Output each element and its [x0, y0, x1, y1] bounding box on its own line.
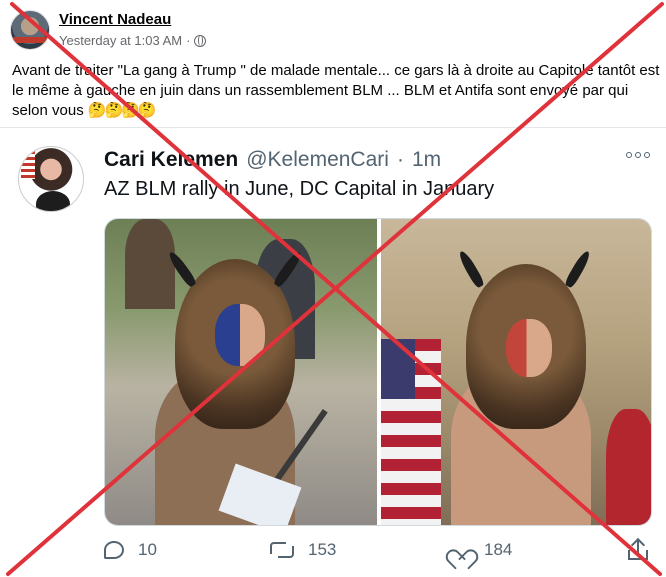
author-avatar[interactable]	[10, 10, 50, 50]
post-meta: Yesterday at 1:03 AM ·	[59, 33, 207, 48]
tweet-time: 1m	[411, 148, 442, 171]
tweet-display-name: Cari Kelemen	[104, 148, 239, 171]
globe-icon[interactable]	[194, 34, 207, 47]
like-action[interactable]: 184	[450, 540, 512, 560]
more-options-icon	[626, 152, 652, 160]
retweet-count: 153	[308, 540, 337, 559]
post-header: Vincent Nadeau Yesterday at 1:03 AM ·	[0, 0, 666, 60]
retweet-icon	[270, 542, 294, 558]
tweet-handle: @KelemenCari	[246, 148, 389, 171]
reply-icon	[104, 541, 124, 559]
photo-right	[381, 219, 651, 525]
retweet-action[interactable]: 153	[270, 540, 336, 560]
thinking-emoji: 🤔🤔🤔🤔	[87, 102, 157, 119]
author-name[interactable]: Vincent Nadeau	[59, 11, 171, 28]
post-timestamp[interactable]: Yesterday at 1:03 AM	[59, 33, 182, 48]
post-text: Avant de traiter "La gang à Trump " de m…	[12, 61, 660, 121]
share-icon[interactable]	[628, 537, 648, 560]
tweet-actions: 10 153 184	[104, 537, 652, 570]
reply-action[interactable]: 10	[104, 540, 157, 560]
tweet-media	[104, 218, 652, 526]
tweet-author-row: Cari Kelemen @KelemenCari · 1m	[104, 148, 441, 172]
heart-icon	[450, 541, 470, 559]
tweet-avatar	[18, 146, 84, 212]
like-count: 184	[484, 540, 513, 559]
tweet-text: AZ BLM rally in June, DC Capital in Janu…	[104, 178, 495, 200]
meta-separator: ·	[186, 33, 191, 48]
reply-count: 10	[138, 540, 157, 559]
tweet-dot: ·	[396, 148, 404, 171]
tweet-card[interactable]: Cari Kelemen @KelemenCari · 1m AZ BLM ra…	[0, 128, 666, 577]
photo-left	[105, 219, 377, 525]
